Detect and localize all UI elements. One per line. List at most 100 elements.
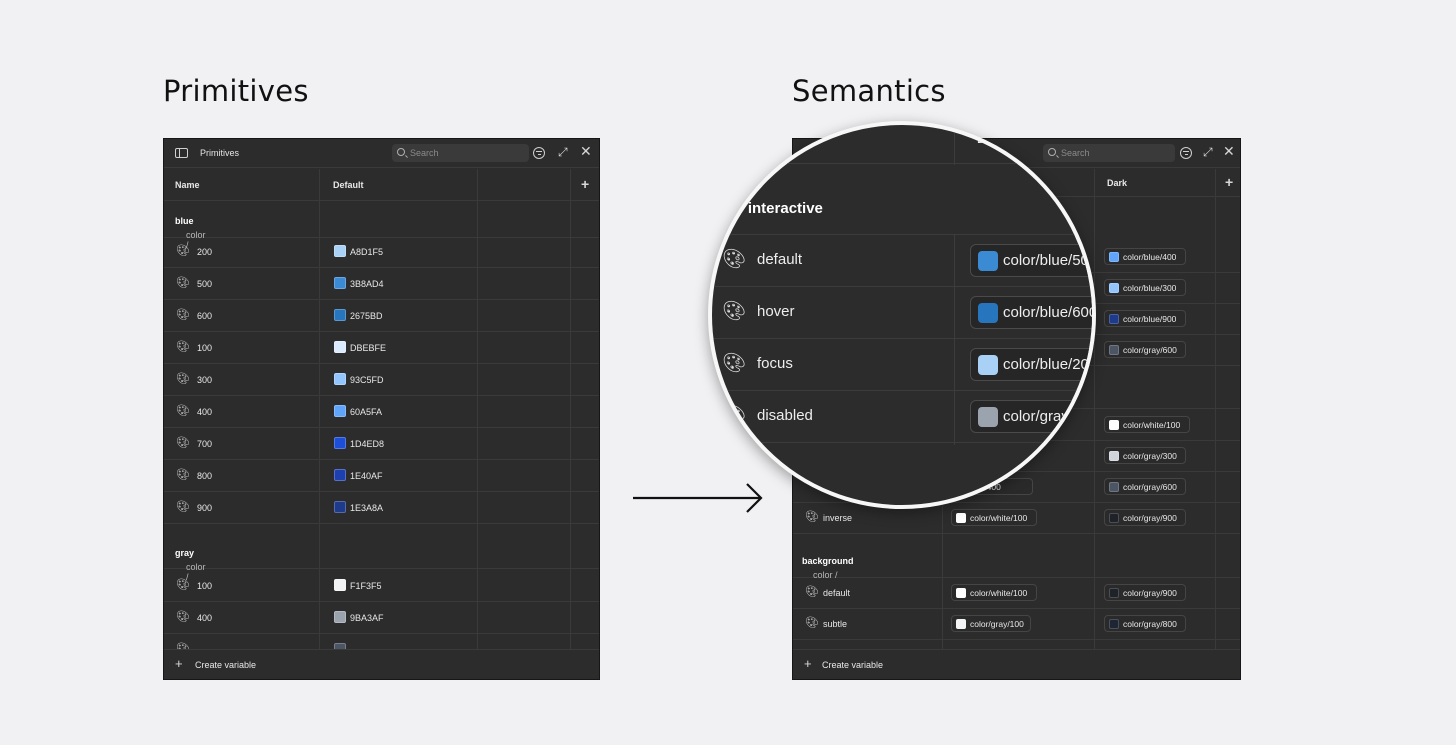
variable-row[interactable]: 🎨︎ 600 2675BD: [164, 300, 599, 332]
hex-value[interactable]: DBEBFE: [350, 343, 386, 353]
sidebar-toggle-icon[interactable]: [175, 148, 188, 158]
search-input[interactable]: Search: [1043, 144, 1175, 162]
color-swatch: [1109, 482, 1119, 492]
alias-chip[interactable]: color/gray/600: [1104, 478, 1186, 495]
color-swatch[interactable]: [334, 277, 346, 289]
search-placeholder: Search: [410, 148, 439, 158]
filter-icon[interactable]: [533, 147, 545, 159]
variable-row[interactable]: 🎨︎ 800 1E40AF: [164, 460, 599, 492]
column-divider: [954, 125, 955, 165]
group-name: background: [802, 556, 854, 566]
variable-row[interactable]: 🎨︎ 300 93C5FD: [164, 364, 599, 396]
variable-row[interactable]: 🎨︎ 100 DBEBFE: [164, 332, 599, 364]
palette-icon: 🎨︎: [176, 501, 190, 513]
alias-chip[interactable]: color/white/100: [1104, 416, 1190, 433]
close-icon[interactable]: ✕: [580, 144, 592, 158]
lens-variable-row[interactable]: 🎨︎ disabled color/gray/: [712, 391, 1092, 443]
plus-icon: +: [175, 656, 183, 671]
alias-chip[interactable]: color/gray/900: [1104, 584, 1186, 601]
column-header-dark[interactable]: Dark: [1107, 178, 1127, 188]
search-input[interactable]: Search: [392, 144, 529, 162]
close-icon[interactable]: ✕: [1223, 144, 1235, 158]
alias-chip[interactable]: color/gray/800: [1104, 615, 1186, 632]
color-swatch[interactable]: [334, 309, 346, 321]
variable-row-inverse[interactable]: 🎨︎ inverse color/white/100 color/gray/90…: [793, 502, 1240, 534]
palette-icon: 🎨︎: [176, 309, 190, 321]
alias-label: color/gray/600: [1123, 482, 1177, 492]
hex-value[interactable]: 3B8AD4: [350, 279, 384, 289]
variable-row[interactable]: 🎨︎ 200 A8D1F5: [164, 236, 599, 268]
alias-label: color/white/100: [970, 513, 1028, 523]
expand-icon[interactable]: ⤢: [558, 146, 568, 158]
alias-label: color/blue/200: [1003, 356, 1096, 373]
hex-value[interactable]: A8D1F5: [350, 247, 383, 257]
color-swatch[interactable]: [334, 341, 346, 353]
variable-row[interactable]: 🎨︎ 900 1E3A8A: [164, 492, 599, 524]
lens-variable-row[interactable]: 🎨︎ default color/blue/500: [712, 235, 1092, 287]
column-header-name[interactable]: Name: [175, 180, 200, 190]
color-swatch[interactable]: [334, 437, 346, 449]
alias-chip[interactable]: color/gray/900: [1104, 509, 1186, 526]
hex-value[interactable]: 2675BD: [350, 311, 383, 321]
create-variable-button[interactable]: + Create variable: [164, 649, 599, 679]
hex-value[interactable]: 93C5FD: [350, 375, 384, 385]
alias-chip[interactable]: color/blue/200: [970, 348, 1096, 381]
alias-chip[interactable]: color/blue/400: [1104, 248, 1186, 265]
alias-chip[interactable]: color/white/100: [951, 509, 1037, 526]
palette-icon: 🎨︎: [176, 611, 190, 623]
palette-icon: 🎨︎: [176, 341, 190, 353]
variable-row[interactable]: 🎨︎ 100 F1F3F5: [164, 570, 599, 602]
hex-value[interactable]: 60A5FA: [350, 407, 382, 417]
color-swatch: [1109, 588, 1119, 598]
color-swatch[interactable]: [334, 405, 346, 417]
alias-chip[interactable]: color/blue/500: [970, 244, 1092, 277]
alias-chip[interactable]: color/gray/600: [1104, 341, 1186, 358]
variable-row[interactable]: 🎨︎ 500 3B8AD4: [164, 268, 599, 300]
column-header-default[interactable]: Default: [333, 180, 364, 190]
expand-icon[interactable]: ⤢: [1203, 146, 1213, 158]
color-swatch[interactable]: [334, 611, 346, 623]
variable-name: focus: [757, 355, 793, 372]
variable-row[interactable]: 🎨︎ 700 1D4ED8: [164, 428, 599, 460]
primitives-panel: Primitives Search ⤢ ✕ Name Default + col…: [163, 138, 600, 680]
alias-chip[interactable]: color/gray/300: [1104, 447, 1186, 464]
add-mode-icon[interactable]: +: [581, 177, 589, 191]
alias-chip[interactable]: color/blue/600: [970, 296, 1092, 329]
variable-name: 700: [197, 439, 213, 449]
color-swatch[interactable]: [334, 469, 346, 481]
color-swatch: [956, 588, 966, 598]
alias-chip[interactable]: color/blue/900: [1104, 310, 1186, 327]
add-mode-icon[interactable]: +: [1225, 175, 1233, 189]
variable-row[interactable]: 🎨︎ default color/white/100 color/gray/90…: [793, 577, 1240, 609]
variable-row[interactable]: 🎨︎ subtle color/gray/100 color/gray/800: [793, 608, 1240, 640]
primitives-toolbar: Primitives Search ⤢ ✕: [164, 139, 599, 168]
variable-name: 300: [197, 375, 213, 385]
hex-value[interactable]: F1F3F5: [350, 581, 382, 591]
hex-value[interactable]: 1E40AF: [350, 471, 383, 481]
color-swatch[interactable]: [334, 373, 346, 385]
variable-name: inverse: [823, 513, 853, 523]
variable-name: subtle: [823, 619, 848, 629]
hex-value[interactable]: 9BA3AF: [350, 613, 384, 623]
alias-chip[interactable]: color/blue/300: [1104, 279, 1186, 296]
filter-icon[interactable]: [1180, 147, 1192, 159]
create-variable-button[interactable]: + Create variable: [793, 649, 1240, 679]
color-swatch[interactable]: [334, 579, 346, 591]
variable-row[interactable]: 🎨︎ 400 9BA3AF: [164, 602, 599, 634]
hex-value[interactable]: 1E3A8A: [350, 503, 383, 513]
variable-name: 200: [197, 247, 213, 257]
alias-label: color/blue/400: [1123, 252, 1177, 262]
alias-chip[interactable]: color/gray/: [970, 400, 1092, 433]
hex-value[interactable]: 1D4ED8: [350, 439, 384, 449]
color-swatch[interactable]: [334, 501, 346, 513]
variable-row[interactable]: 🎨︎ 400 60A5FA: [164, 396, 599, 428]
alias-chip[interactable]: color/gray/100: [951, 615, 1031, 632]
magnifier-lens: Lig or / interactive 🎨︎ default color/bl…: [708, 121, 1096, 509]
alias-chip[interactable]: color/white/100: [951, 584, 1037, 601]
lens-variable-row[interactable]: 🎨︎ hover color/blue/600: [712, 287, 1092, 339]
lens-variable-row[interactable]: 🎨︎ focus color/blue/200: [712, 339, 1096, 391]
color-swatch[interactable]: [334, 245, 346, 257]
arrow-right-icon: [633, 483, 763, 513]
color-swatch: [1109, 451, 1119, 461]
plus-icon: +: [804, 656, 812, 671]
